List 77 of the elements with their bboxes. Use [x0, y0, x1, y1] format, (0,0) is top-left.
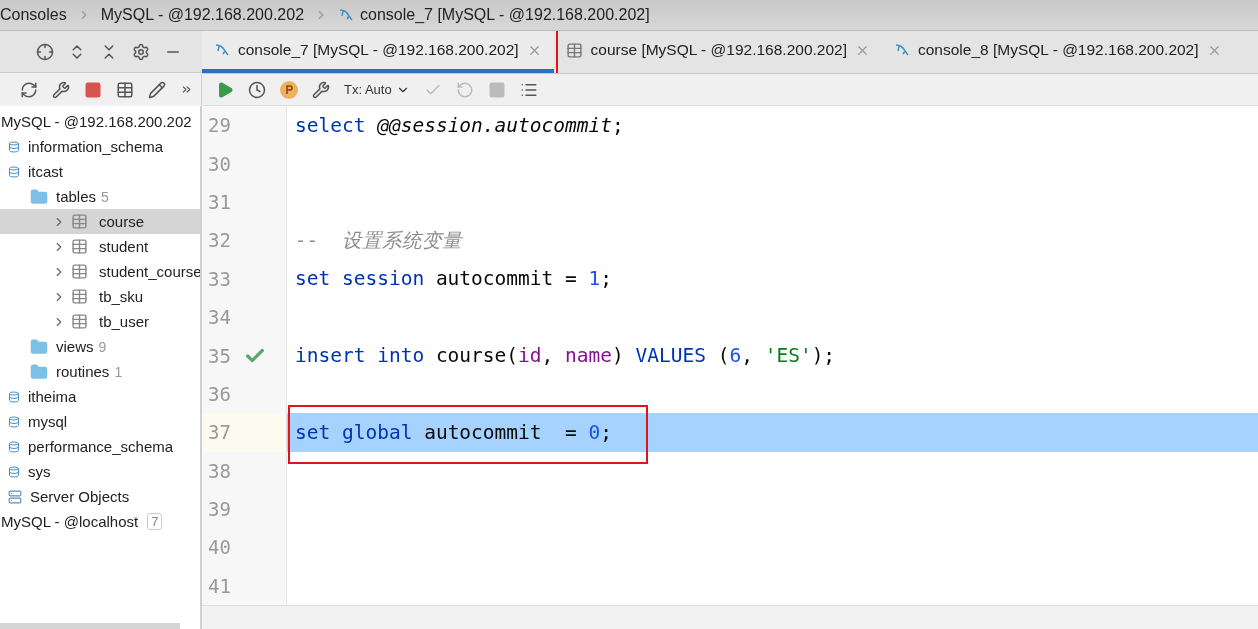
line-number: 38: [208, 459, 232, 482]
schema-icon: [8, 440, 20, 453]
breadcrumb-item[interactable]: MySQL - @192.168.200.202: [100, 6, 305, 24]
schema-icon: [8, 415, 20, 428]
line-number: 32: [208, 229, 232, 252]
tree-item[interactable]: Server Objects: [0, 484, 200, 509]
tree-item[interactable]: student: [0, 234, 200, 259]
tree-item[interactable]: mysql: [0, 409, 200, 434]
wrench-icon[interactable]: [312, 80, 330, 99]
stop-icon[interactable]: [84, 80, 102, 99]
tree-item[interactable]: MySQL - @localhost 7: [0, 509, 200, 534]
item-count: 5: [101, 188, 109, 205]
refresh-icon[interactable]: [20, 80, 38, 99]
item-count: 9: [98, 338, 107, 355]
tree-item[interactable]: student_course: [0, 259, 200, 284]
wrench-icon[interactable]: [52, 80, 70, 99]
table-icon: [565, 41, 583, 59]
line-number: 37: [208, 421, 232, 444]
code-line: -- 设置系统变量: [294, 227, 462, 254]
table-icon: [71, 288, 88, 305]
line-number: 41: [208, 574, 232, 597]
line-number: 30: [208, 152, 232, 175]
code-line: set session autocommit = 1;: [294, 267, 612, 291]
line-number: 39: [208, 498, 232, 521]
transaction-mode-dropdown[interactable]: Tx: Auto: [344, 82, 410, 97]
breadcrumb-item[interactable]: console_7 [MySQL - @192.168.200.202]: [338, 6, 650, 24]
folder-icon: [30, 187, 48, 206]
schema-icon: [8, 140, 20, 153]
profile-icon[interactable]: [280, 80, 298, 99]
dolphin-icon: [338, 7, 355, 23]
line-number: 31: [208, 190, 232, 213]
code-line: set global autocommit = 0;: [287, 420, 612, 444]
history-icon[interactable]: [248, 80, 266, 99]
dolphin-icon: [214, 42, 230, 58]
settings-icon[interactable]: [132, 42, 150, 61]
schema-icon: [8, 390, 20, 403]
item-count: 1: [114, 363, 123, 380]
table-icon[interactable]: [116, 80, 134, 99]
schema-icon: [8, 465, 20, 478]
line-number: 29: [208, 114, 232, 137]
table-icon: [71, 263, 88, 280]
server-icon: [8, 489, 22, 504]
schema-icon: [8, 165, 20, 178]
tree-item[interactable]: tables 5: [0, 184, 200, 209]
horizontal-scrollbar[interactable]: [0, 623, 180, 629]
item-count-badge: 7: [147, 513, 163, 530]
folder-icon: [30, 337, 48, 356]
code-line: select @@session.autocommit;: [294, 113, 624, 137]
tree-item[interactable]: tb_user: [0, 309, 200, 334]
dolphin-icon: [894, 42, 910, 58]
locate-icon[interactable]: [36, 42, 54, 61]
tree-item[interactable]: views 9: [0, 334, 200, 359]
tree-item[interactable]: MySQL - @192.168.200.202: [0, 109, 200, 134]
line-number: 33: [208, 267, 232, 290]
tree-item[interactable]: itcast: [0, 159, 200, 184]
table-icon: [71, 238, 88, 255]
more-icon[interactable]: [180, 83, 193, 96]
line-number: 36: [208, 382, 232, 405]
tree-item[interactable]: routines 1: [0, 359, 200, 384]
folder-icon: [30, 362, 48, 381]
tree-item[interactable]: information_schema: [0, 134, 200, 159]
run-icon[interactable]: [216, 80, 234, 99]
line-number: 40: [208, 536, 232, 559]
code-line: insert into course(id, name) VALUES (6, 'ES');: [294, 344, 836, 368]
tree-item[interactable]: itheima: [0, 384, 200, 409]
tree-item[interactable]: sys: [0, 459, 200, 484]
breadcrumb-item[interactable]: Consoles: [0, 6, 67, 24]
editor-tab[interactable]: course [MySQL - @192.168.200.202]: [553, 31, 882, 73]
pencil-icon[interactable]: [148, 80, 166, 99]
table-icon: [71, 213, 88, 230]
line-number: 35: [208, 344, 232, 367]
editor-tab[interactable]: console_8 [MySQL - @192.168.200.202]: [882, 31, 1234, 73]
line-number: 34: [208, 306, 232, 329]
tree-item[interactable]: performance_schema: [0, 434, 200, 459]
table-icon: [71, 313, 88, 330]
tree-item[interactable]: tb_sku: [0, 284, 200, 309]
tree-item[interactable]: course: [0, 209, 200, 234]
